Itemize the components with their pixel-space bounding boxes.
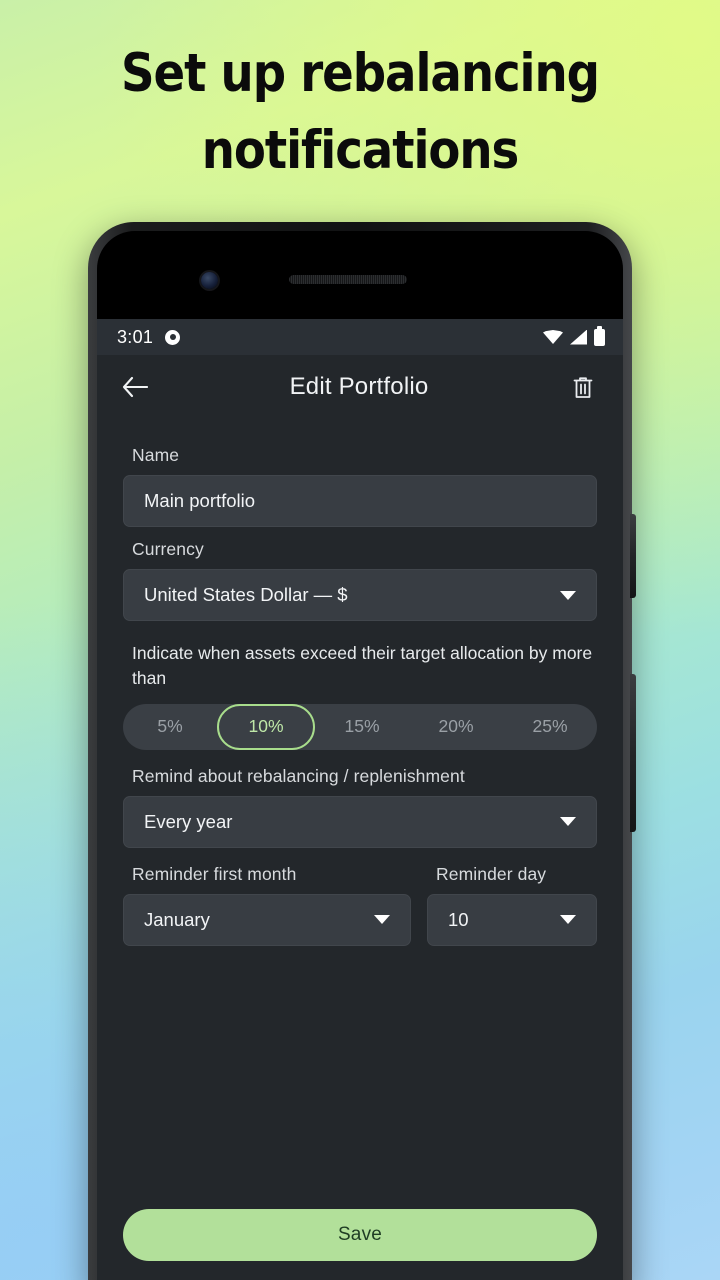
front-camera-icon bbox=[201, 272, 218, 289]
phone-mockup: 3:01 Edit Portfolio Name Main portfolio … bbox=[88, 222, 636, 1280]
remind-frequency-select[interactable]: Every year bbox=[123, 795, 597, 848]
reminder-day-select[interactable]: 10 bbox=[427, 893, 597, 946]
phone-screen-bezel: 3:01 Edit Portfolio Name Main portfolio … bbox=[97, 231, 623, 1280]
reminder-day-value: 10 bbox=[448, 908, 469, 930]
notification-dot-icon bbox=[165, 329, 181, 345]
name-label: Name bbox=[132, 445, 180, 465]
promo-headline-line-1: Set up rebalancing bbox=[121, 43, 600, 104]
reminder-day-group: Reminder day 10 bbox=[427, 848, 597, 946]
reminder-month-select[interactable]: January bbox=[123, 893, 411, 946]
back-button[interactable] bbox=[117, 369, 153, 405]
remind-label: Remind about rebalancing / replenishment bbox=[132, 765, 465, 786]
threshold-option-15[interactable]: 15% bbox=[315, 704, 409, 750]
threshold-option-25[interactable]: 25% bbox=[503, 704, 597, 750]
status-bar-clock: 3:01 bbox=[117, 326, 154, 347]
power-button[interactable] bbox=[630, 514, 636, 598]
earpiece-speaker-icon bbox=[289, 275, 407, 284]
promo-screenshot-root: Set up rebalancing notifications 3:01 Ed… bbox=[0, 0, 720, 1280]
threshold-helper-text: Indicate when assets exceed their target… bbox=[132, 643, 593, 688]
page-title: Edit Portfolio bbox=[289, 373, 429, 400]
volume-rocker[interactable] bbox=[630, 674, 636, 832]
currency-select[interactable]: United States Dollar — $ bbox=[123, 569, 597, 621]
threshold-option-10[interactable]: 10% bbox=[217, 703, 315, 750]
battery-full-icon bbox=[594, 325, 605, 346]
reminder-month-label: Reminder first month bbox=[132, 863, 297, 884]
save-button[interactable]: Save bbox=[123, 1209, 597, 1261]
status-bar: 3:01 bbox=[97, 319, 623, 355]
name-input[interactable]: Main portfolio bbox=[123, 475, 597, 527]
currency-label: Currency bbox=[132, 539, 204, 559]
reminder-month-group: Reminder first month January bbox=[123, 848, 411, 946]
threshold-segmented-control[interactable]: 5% 10% 15% 20% 25% bbox=[123, 703, 597, 750]
status-bar-indicators bbox=[543, 325, 605, 346]
save-button-container: Save bbox=[123, 1209, 597, 1261]
chevron-down-icon bbox=[560, 590, 576, 600]
reminder-date-row: Reminder first month January Reminder da… bbox=[123, 848, 597, 946]
app-bar: Edit Portfolio bbox=[97, 355, 623, 419]
form-content: Name Main portfolio Currency United Stat… bbox=[97, 419, 623, 946]
wifi-icon bbox=[543, 330, 563, 344]
chevron-down-icon bbox=[374, 915, 390, 925]
threshold-option-5[interactable]: 5% bbox=[123, 704, 217, 750]
promo-headline: Set up rebalancing notifications bbox=[43, 36, 677, 190]
threshold-option-20[interactable]: 20% bbox=[409, 704, 503, 750]
cellular-signal-icon bbox=[570, 329, 587, 345]
delete-portfolio-button[interactable] bbox=[565, 369, 601, 405]
currency-select-value: United States Dollar — $ bbox=[144, 584, 348, 605]
reminder-month-value: January bbox=[144, 908, 210, 930]
chevron-down-icon bbox=[560, 915, 576, 925]
reminder-day-label: Reminder day bbox=[436, 863, 547, 884]
name-input-value: Main portfolio bbox=[144, 490, 256, 511]
promo-headline-line-2: notifications bbox=[201, 119, 520, 181]
app-screen: 3:01 Edit Portfolio Name Main portfolio … bbox=[97, 319, 623, 1280]
remind-frequency-value: Every year bbox=[144, 810, 233, 832]
arrow-back-icon bbox=[122, 376, 148, 398]
chevron-down-icon bbox=[560, 817, 576, 827]
trash-icon bbox=[573, 376, 593, 398]
